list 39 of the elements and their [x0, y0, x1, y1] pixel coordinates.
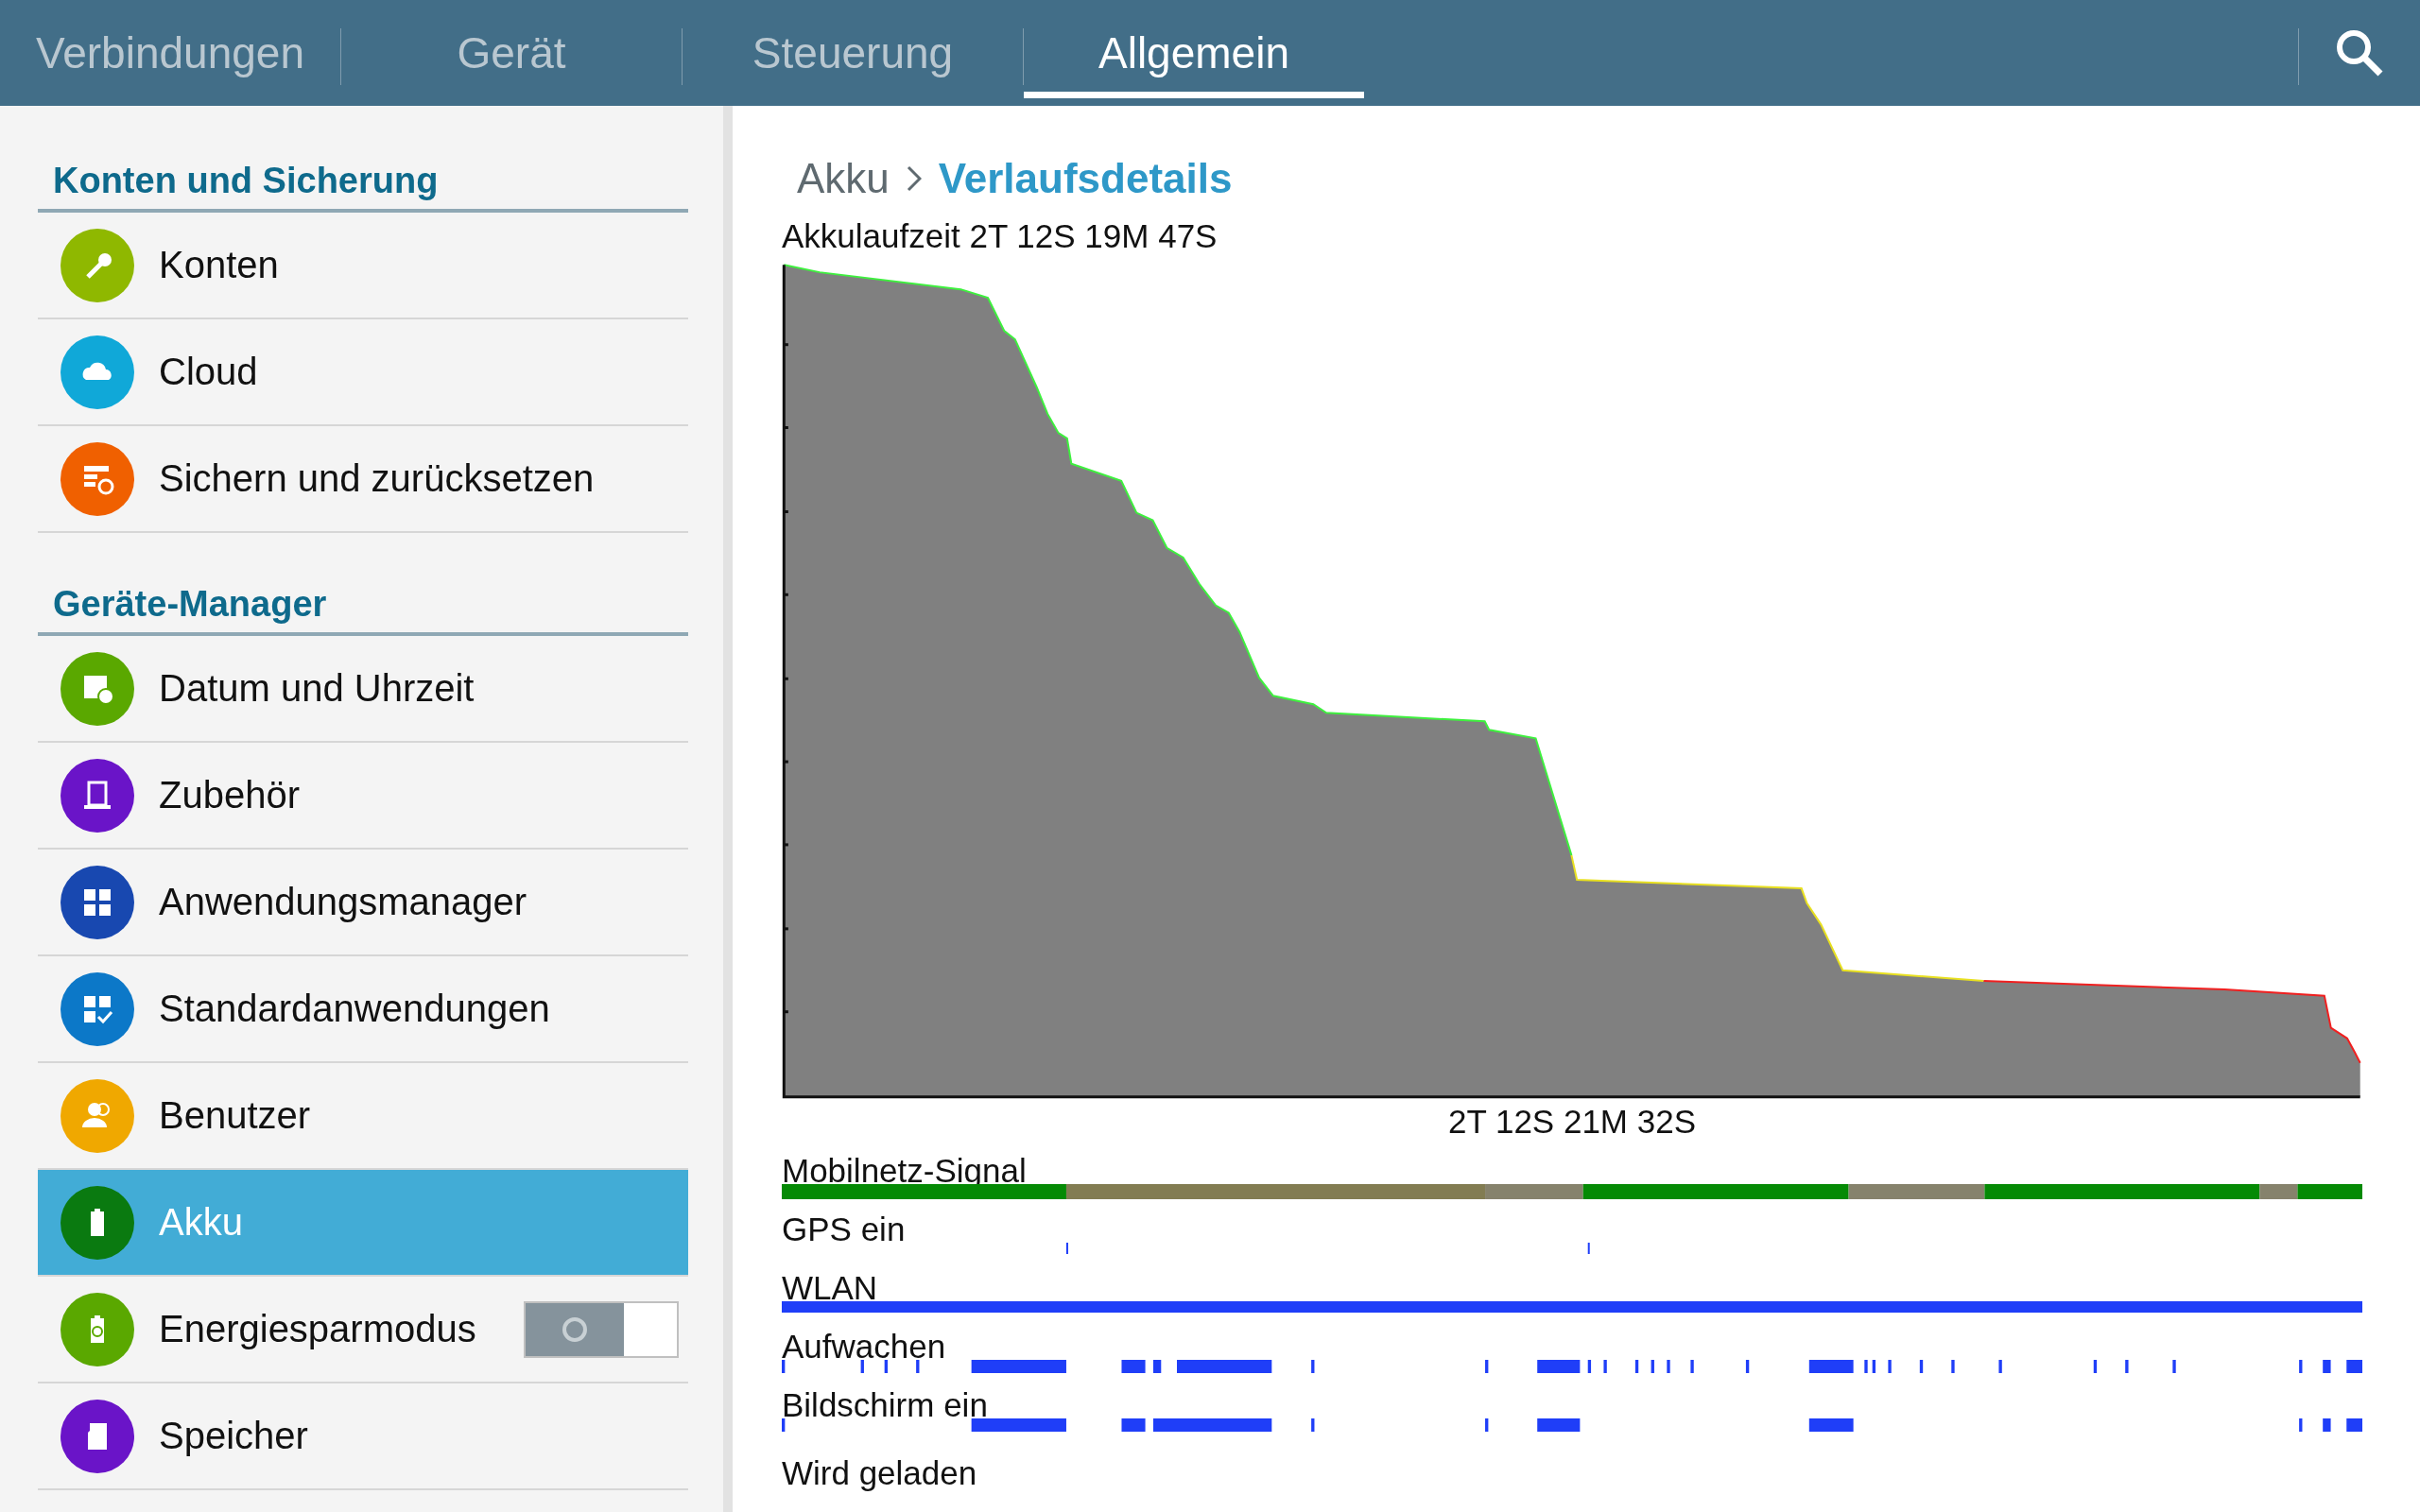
item-label: Cloud: [159, 351, 259, 393]
gps-marker: [1065, 1243, 1068, 1254]
settings-item[interactable]: Sichern und zurücksetzen: [38, 426, 688, 533]
track-label: Mobilnetz-Signal: [782, 1152, 1027, 1190]
item-label: Datum und Uhrzeit: [159, 667, 475, 710]
toggle-switch[interactable]: [524, 1300, 679, 1358]
settings-item[interactable]: Speicher: [38, 1383, 688, 1490]
time-label: 2T 12S 21M 32S: [1447, 1103, 1697, 1141]
battery-runtime: Akkulaufzeit 2T 12S 19M 47S: [782, 217, 1219, 255]
item-label: Standardanwendungen: [159, 988, 551, 1030]
breadcrumb-link[interactable]: Akku: [797, 155, 890, 202]
settings-item[interactable]: Anwendungsmanager: [38, 850, 688, 956]
item-label: Konten: [159, 244, 280, 286]
settings-item[interactable]: Konten: [38, 213, 688, 319]
settings-item[interactable]: Zubehör: [38, 743, 688, 850]
page-title: Verlaufsdetails: [938, 155, 1233, 202]
gps-marker: [1587, 1243, 1590, 1254]
tab[interactable]: Allgemein: [1024, 0, 1364, 98]
track-label: Aufwachen: [782, 1328, 946, 1366]
search-icon[interactable]: [2335, 28, 2384, 77]
toggle-knob-icon: [561, 1314, 589, 1344]
section-header: Konten und Sicherung: [38, 155, 688, 213]
item-label: Energiesparmodus: [159, 1308, 477, 1350]
settings-item[interactable]: Standardanwendungen: [38, 956, 688, 1063]
item-label: Zubehör: [159, 774, 301, 816]
track-label: Bildschirm ein: [782, 1386, 988, 1424]
item-label: Sichern und zurücksetzen: [159, 457, 596, 500]
track-label: GPS ein: [782, 1211, 906, 1248]
item-label: Anwendungsmanager: [159, 881, 528, 923]
track-label: WLAN: [782, 1269, 878, 1307]
settings-item[interactable]: Cloud: [38, 319, 688, 426]
chevron-icon: [906, 165, 922, 192]
item-label: Benutzer: [159, 1094, 312, 1137]
section-header: Geräte-Manager: [38, 578, 688, 636]
track-label: Wird geladen: [782, 1454, 977, 1492]
settings-item[interactable]: Datum und Uhrzeit: [38, 636, 688, 743]
item-label: Speicher: [159, 1415, 309, 1457]
item-label: Akku: [159, 1201, 244, 1244]
settings-item[interactable]: Energiesparmodus: [38, 1277, 688, 1383]
